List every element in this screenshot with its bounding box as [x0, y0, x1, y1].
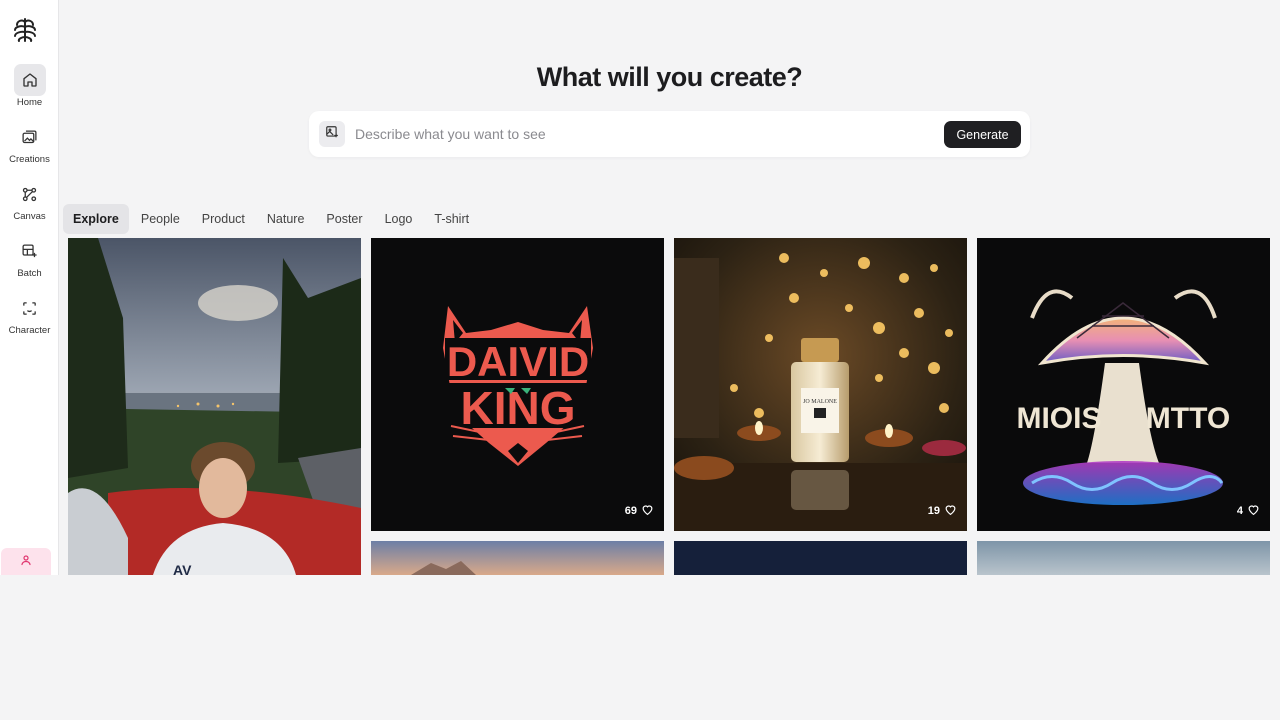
gallery-card-sky[interactable] [977, 541, 1270, 575]
gallery-card-portrait[interactable]: AV [68, 238, 361, 575]
logo-text-line2: KING [461, 382, 576, 434]
like-count[interactable]: 19 [928, 503, 957, 519]
gallery-card-tshirt[interactable]: MIOIS MTTO 4 [977, 238, 1270, 531]
logo-image: DAIVID KING [371, 238, 664, 531]
gallery-card-logo[interactable]: DAIVID KING 69 [371, 238, 664, 531]
user-icon [20, 553, 32, 571]
profile-button[interactable] [1, 548, 51, 575]
sidebar-item-character[interactable]: Character [0, 292, 59, 344]
like-count[interactable]: 4 [1237, 503, 1260, 519]
sidebar-item-label: Character [8, 325, 51, 336]
bottle-label: JO MALONE [803, 399, 837, 405]
tab-explore[interactable]: Explore [63, 204, 129, 234]
sidebar-item-canvas[interactable]: Canvas [0, 178, 59, 230]
prompt-input[interactable] [355, 120, 915, 148]
tab-tshirt[interactable]: T-shirt [424, 204, 479, 234]
home-icon [13, 64, 46, 96]
image-add-icon [325, 125, 339, 144]
gallery-card-perfume[interactable]: JO MALONE 19 [674, 238, 967, 531]
tab-product[interactable]: Product [192, 204, 255, 234]
main-content: What will you create? Generate Explore P… [59, 0, 1280, 575]
like-number: 4 [1236, 505, 1243, 517]
sidebar-item-label: Canvas [13, 211, 46, 222]
svg-text:AV: AV [173, 562, 192, 575]
sidebar-item-batch[interactable]: Batch [0, 235, 59, 287]
tshirt-design-image: MIOIS MTTO [977, 238, 1270, 531]
portrait-image: AV [68, 238, 361, 575]
image-upload-button[interactable] [319, 121, 345, 147]
heart-icon [641, 503, 654, 519]
logo-text-line1: DAIVID [447, 338, 589, 385]
gallery-card-mountain[interactable] [371, 541, 664, 575]
app-window: Home Creations Canvas Batch Character Wh… [0, 0, 1280, 575]
tshirt-text-left: MIOIS [1016, 402, 1101, 435]
like-count[interactable]: 69 [625, 503, 654, 519]
sidebar-item-label: Home [16, 97, 43, 108]
heart-icon [1247, 503, 1260, 519]
tab-poster[interactable]: Poster [316, 204, 372, 234]
sidebar-item-label: Batch [17, 268, 42, 279]
perfume-image: JO MALONE [674, 238, 967, 531]
page-title: What will you create? [536, 62, 803, 92]
sidebar: Home Creations Canvas Batch Character [0, 0, 59, 575]
tshirt-text-right: MTTO [1146, 402, 1230, 435]
sidebar-item-home[interactable]: Home [0, 64, 59, 116]
heart-icon [944, 503, 957, 519]
like-number: 19 [927, 505, 940, 517]
brand-logo[interactable] [11, 16, 39, 44]
generate-button[interactable]: Generate [944, 121, 1021, 148]
prompt-bar: Generate [309, 111, 1030, 157]
like-number: 69 [624, 505, 637, 517]
batch-grid-icon [14, 235, 46, 267]
gallery-card-night[interactable] [674, 541, 967, 575]
tab-people[interactable]: People [131, 204, 190, 234]
character-frame-icon [14, 292, 46, 324]
night-image [674, 541, 967, 575]
category-tabs: Explore People Product Nature Poster Log… [63, 204, 479, 234]
canvas-nodes-icon [14, 178, 46, 210]
mountain-image [371, 541, 664, 575]
tab-nature[interactable]: Nature [257, 204, 315, 234]
sky-image [977, 541, 1270, 575]
sidebar-item-label: Creations [9, 154, 50, 165]
image-gallery-icon [14, 121, 46, 153]
tab-logo[interactable]: Logo [375, 204, 423, 234]
sidebar-item-creations[interactable]: Creations [0, 121, 59, 173]
